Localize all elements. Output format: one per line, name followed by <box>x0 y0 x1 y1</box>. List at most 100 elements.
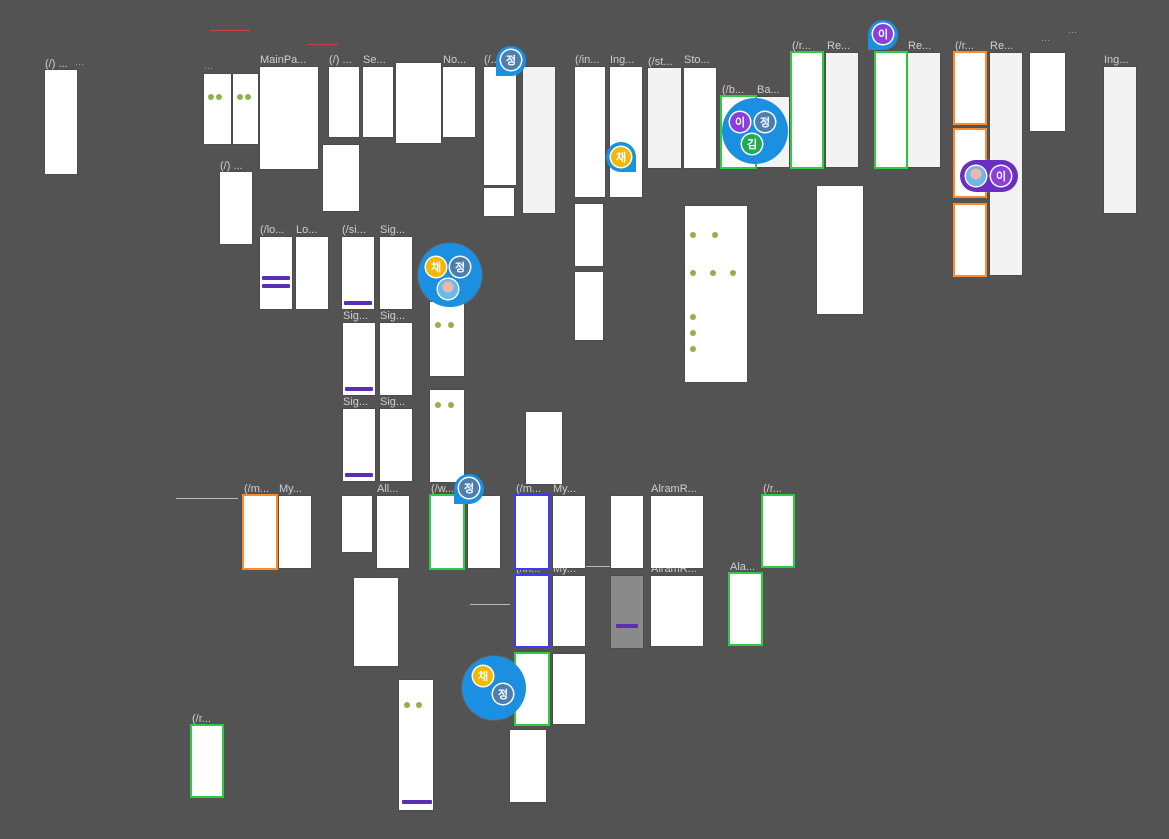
frame-ala[interactable] <box>728 572 763 646</box>
thumbnail <box>690 232 696 238</box>
frame-top-more[interactable] <box>1030 53 1065 131</box>
frame-label[interactable]: Sig... <box>380 396 405 408</box>
frame-alarm-a[interactable] <box>611 496 643 568</box>
frame-main-b[interactable] <box>233 74 258 144</box>
frame-detail[interactable] <box>817 186 863 314</box>
frame-in1[interactable] <box>575 67 605 197</box>
frame-store-b[interactable] <box>684 68 716 168</box>
frame-label[interactable]: Sig... <box>343 310 368 322</box>
frame-label[interactable]: No... <box>443 54 466 66</box>
frame-label[interactable]: Lo... <box>296 224 317 236</box>
frame-label[interactable]: Sig... <box>380 310 405 322</box>
frame-login-b[interactable] <box>296 237 328 309</box>
frame-label[interactable]: Re... <box>908 40 931 52</box>
frame-popup[interactable] <box>354 578 398 666</box>
frame-alarm-modal[interactable] <box>611 576 643 648</box>
frame-ing-a2[interactable] <box>484 188 514 216</box>
frame-label[interactable]: All... <box>377 483 398 495</box>
frame-label[interactable]: (/lo... <box>260 224 284 236</box>
frame-mainpage[interactable] <box>260 67 318 169</box>
frame-w[interactable] <box>429 494 465 570</box>
frame-label[interactable]: Sto... <box>684 54 710 66</box>
frame-mid-a[interactable] <box>430 302 464 376</box>
frame-label[interactable]: Sig... <box>343 396 368 408</box>
frame-ing-a[interactable] <box>484 67 516 185</box>
frame-notice-b[interactable] <box>443 67 475 137</box>
frame-bottom-c[interactable] <box>510 730 546 802</box>
frame-label[interactable]: Ing... <box>610 54 634 66</box>
frame-r3[interactable] <box>761 494 795 568</box>
frame-label[interactable]: (/st... <box>648 56 672 68</box>
frame-bottom-b[interactable] <box>553 654 585 724</box>
frame-my2[interactable] <box>553 496 585 568</box>
frame-root[interactable] <box>45 70 77 174</box>
frame-all-a[interactable] <box>342 496 372 552</box>
frame-label[interactable]: (/in... <box>575 54 599 66</box>
frame-label[interactable]: (/) ... <box>329 54 352 66</box>
frame-label[interactable]: Se... <box>363 54 386 66</box>
frame-list[interactable] <box>323 145 359 211</box>
frame-my-a[interactable] <box>242 494 278 570</box>
frame-r1[interactable] <box>790 51 824 169</box>
frame-alarmr[interactable] <box>651 496 703 568</box>
frame-label[interactable]: (/w... <box>431 483 454 495</box>
frame-in1-c[interactable] <box>575 272 603 340</box>
frame-root2[interactable] <box>329 67 359 137</box>
frame-label[interactable]: (/si... <box>342 224 366 236</box>
frame-signup-d[interactable] <box>380 323 412 395</box>
frame-r2-c[interactable] <box>953 203 987 277</box>
frame-label[interactable]: Sig... <box>380 224 405 236</box>
frame-re2[interactable] <box>908 53 940 167</box>
frame-label[interactable]: (/r... <box>792 40 811 52</box>
frame-w-b[interactable] <box>468 496 500 568</box>
frame-m2[interactable] <box>514 494 550 570</box>
frame-label[interactable]: (/r... <box>763 483 782 495</box>
frame-label[interactable]: (/r... <box>192 713 211 725</box>
frame-label[interactable]: (/) ... <box>220 160 243 172</box>
figma-canvas[interactable]: (/) ... ... MainPa... (/) ... (/) ... Se… <box>0 0 1169 839</box>
frame-ing-b[interactable] <box>523 67 555 213</box>
frame-login[interactable] <box>260 237 292 309</box>
frame-label[interactable]: Re... <box>990 40 1013 52</box>
frame-re2a[interactable] <box>874 51 908 169</box>
frame-label[interactable]: MainPa... <box>260 54 306 66</box>
frame-in1-b[interactable] <box>575 204 603 266</box>
frame-root3[interactable] <box>220 172 252 244</box>
frame-signup-e[interactable] <box>343 409 375 481</box>
frame-all[interactable] <box>377 496 409 568</box>
frame-search[interactable] <box>363 67 393 137</box>
frame-mid-c[interactable] <box>526 412 562 484</box>
frame-notice[interactable] <box>396 63 441 143</box>
frame-ing1[interactable] <box>610 67 642 197</box>
frame-signup-f[interactable] <box>380 409 412 481</box>
frame-label[interactable]: My... <box>279 483 302 495</box>
frame-r4[interactable] <box>190 724 224 798</box>
frame-r2[interactable] <box>953 51 987 125</box>
frame-label[interactable]: (/b... <box>722 84 744 96</box>
frame-label[interactable]: (/m... <box>244 483 269 495</box>
collaborator-avatar: 정 <box>493 684 513 704</box>
frame-main-a[interactable] <box>204 74 231 144</box>
frame-label[interactable]: Re... <box>827 40 850 52</box>
frame-label[interactable]: Ala... <box>730 561 755 573</box>
frame-my3[interactable] <box>553 576 585 646</box>
collaborator-avatar: 채 <box>426 257 446 277</box>
frame-store[interactable] <box>648 68 681 168</box>
frame-label[interactable]: Ing... <box>1104 54 1128 66</box>
frame-signup-b[interactable] <box>380 237 412 309</box>
frame-label[interactable]: Ba... <box>757 84 780 96</box>
frame-label[interactable]: (/r... <box>955 40 974 52</box>
frame-ing2[interactable] <box>1104 67 1136 213</box>
thumbnail <box>237 94 243 100</box>
frame-tall[interactable] <box>399 680 433 810</box>
frame-label[interactable]: (/) ... <box>45 58 68 70</box>
frame-signup-c[interactable] <box>343 323 375 395</box>
frame-signup[interactable] <box>342 237 374 309</box>
frame-alarmr2[interactable] <box>651 576 703 646</box>
frame-re1[interactable] <box>826 53 858 167</box>
frame-in2[interactable] <box>514 574 550 648</box>
frame-label[interactable]: (/m... <box>516 483 541 495</box>
frame-label[interactable]: AlramR... <box>651 483 697 495</box>
frame-my[interactable] <box>279 496 311 568</box>
frame-label[interactable]: My... <box>553 483 576 495</box>
